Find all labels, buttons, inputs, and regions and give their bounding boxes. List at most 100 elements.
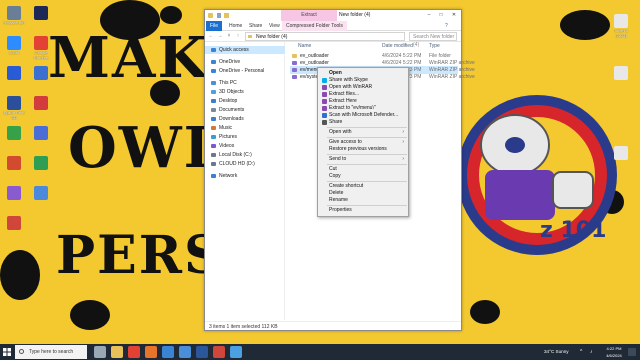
tab-compressed-folder-tools[interactable]: Compressed Folder Tools (282, 21, 347, 31)
nav-item[interactable]: Videos (205, 142, 285, 150)
desktop-icon[interactable] (28, 156, 54, 170)
nav-item[interactable]: Quick access (205, 46, 285, 54)
context-menu-item[interactable]: Send to › (319, 156, 407, 163)
taskbar-search-input[interactable]: Type here to search (15, 345, 87, 359)
tab-view[interactable]: View (265, 21, 284, 31)
app-icon[interactable] (230, 346, 242, 358)
context-menu-item[interactable]: Restore previous versions (319, 146, 407, 153)
speaker-icon[interactable]: ♪ (590, 348, 598, 356)
mail-icon[interactable] (162, 346, 174, 358)
title-bar[interactable]: Extract New folder (4) – □ ✕ (205, 10, 461, 21)
minimize-icon[interactable]: – (423, 10, 435, 21)
context-menu-item[interactable]: Cut (319, 166, 407, 173)
desktop-icon[interactable] (1, 216, 27, 230)
nav-item[interactable]: Network (205, 172, 285, 180)
menu-separator (327, 205, 407, 206)
maximize-icon[interactable]: □ (435, 10, 447, 21)
menu-separator (327, 181, 407, 182)
nav-item[interactable]: 3D Objects (205, 88, 285, 96)
back-icon[interactable]: ← (207, 32, 215, 41)
nav-item[interactable]: OneDrive - Personal (205, 67, 285, 75)
help-icon[interactable]: ? (445, 21, 448, 31)
address-field[interactable]: New folder (4) (245, 32, 405, 41)
notification-icon[interactable] (628, 348, 636, 356)
context-menu-item[interactable]: Copy (319, 173, 407, 180)
word-icon[interactable] (196, 346, 208, 358)
context-menu-label: Delete (329, 190, 344, 196)
nav-item-label: Desktop (219, 98, 238, 104)
context-menu-item[interactable]: Delete (319, 190, 407, 197)
weather-text[interactable]: 34°C Sunny (544, 344, 569, 360)
windows-start-icon[interactable] (0, 344, 14, 360)
task-view-icon[interactable] (94, 346, 106, 358)
tab-file[interactable]: File (206, 21, 223, 31)
chevron-right-icon: › (402, 156, 404, 162)
chrome-icon[interactable] (128, 346, 140, 358)
recent-icon[interactable]: ˅ (225, 32, 233, 41)
desktop-icon[interactable]: Zoom (1, 36, 27, 55)
up-icon[interactable]: ↑ (234, 32, 242, 41)
desktop-icon[interactable] (28, 66, 54, 80)
context-menu-item[interactable]: Share with Skype (319, 77, 407, 84)
desktop-icon[interactable]: Token 5 (2024) (608, 14, 634, 38)
desktop-icon[interactable] (1, 186, 27, 200)
clock[interactable]: 4:22 PM 4/6/2024 (603, 345, 625, 359)
tab-home[interactable]: Home (225, 21, 246, 31)
nav-item[interactable]: Pictures (205, 133, 285, 141)
column-name[interactable]: Name (298, 42, 311, 50)
context-menu-item[interactable]: Share (319, 119, 407, 126)
context-menu-item[interactable]: Give access to › (319, 139, 407, 146)
desktop-icon[interactable] (28, 186, 54, 200)
close-icon[interactable]: ✕ (448, 10, 460, 21)
skype-icon (322, 78, 327, 83)
context-menu-item[interactable]: Open with › (319, 129, 407, 136)
desktop-icon[interactable] (1, 126, 27, 140)
context-menu-item[interactable]: Scan with Microsoft Defender... (319, 112, 407, 119)
context-menu-item[interactable]: Open with WinRAR (319, 84, 407, 91)
file-explorer-icon[interactable] (111, 346, 123, 358)
context-menu-item[interactable]: Extract Here (319, 98, 407, 105)
context-menu-item[interactable]: Rename (319, 197, 407, 204)
nav-item-label: CLOUD HD (D:) (219, 161, 255, 167)
desktop-icon[interactable] (28, 96, 54, 110)
nav-item[interactable]: Downloads (205, 115, 285, 123)
nav-item[interactable]: Documents (205, 106, 285, 114)
context-menu-item[interactable]: Extract to "ev/menu\" (319, 105, 407, 112)
chevron-up-icon[interactable]: ^ (580, 348, 588, 356)
forward-icon[interactable]: → (216, 32, 224, 41)
desktop-icon[interactable] (28, 6, 54, 20)
context-menu-label: Scan with Microsoft Defender... (329, 112, 399, 118)
nav-item[interactable]: Local Disk (C:) (205, 151, 285, 159)
context-menu-item[interactable]: Open (319, 70, 407, 77)
desktop-icon[interactable] (28, 126, 54, 140)
picture-icon (211, 135, 216, 139)
context-menu-item[interactable]: Create shortcut (319, 183, 407, 190)
context-menu-item[interactable]: Properties (319, 207, 407, 214)
app-icon (34, 96, 48, 110)
desktop-icon[interactable] (608, 66, 634, 80)
desktop-icon[interactable]: Recycle Bin (1, 6, 27, 25)
column-date-modified[interactable]: Date modified (382, 42, 413, 50)
app-icon[interactable] (213, 346, 225, 358)
column-type[interactable]: Type (429, 42, 440, 50)
desktop-icon[interactable]: Google Chrome (28, 36, 54, 60)
tab-share[interactable]: Share (245, 21, 266, 31)
firefox-icon[interactable] (145, 346, 157, 358)
nav-item[interactable]: Desktop (205, 97, 285, 105)
desktop-icon[interactable] (1, 156, 27, 170)
desktop-icon[interactable] (1, 66, 27, 80)
context-menu-label: Open with WinRAR (329, 84, 373, 90)
context-menu-item[interactable]: Extract files... (319, 91, 407, 98)
desktop-icon[interactable] (608, 146, 634, 160)
nav-item[interactable]: This PC (205, 79, 285, 87)
nav-item[interactable]: CLOUD HD (D:) (205, 160, 285, 168)
search-input[interactable]: Search New folder (4) (409, 32, 457, 48)
desktop-icon[interactable]: Epson Print CD (1, 96, 27, 120)
nav-item-label: 3D Objects (219, 89, 244, 95)
store-icon[interactable] (179, 346, 191, 358)
nav-item-label: OneDrive - Personal (219, 68, 265, 74)
new-folder-icon[interactable] (224, 13, 229, 18)
properties-icon[interactable] (217, 13, 221, 18)
nav-item[interactable]: Music (205, 124, 285, 132)
nav-item[interactable]: OneDrive (205, 58, 285, 66)
